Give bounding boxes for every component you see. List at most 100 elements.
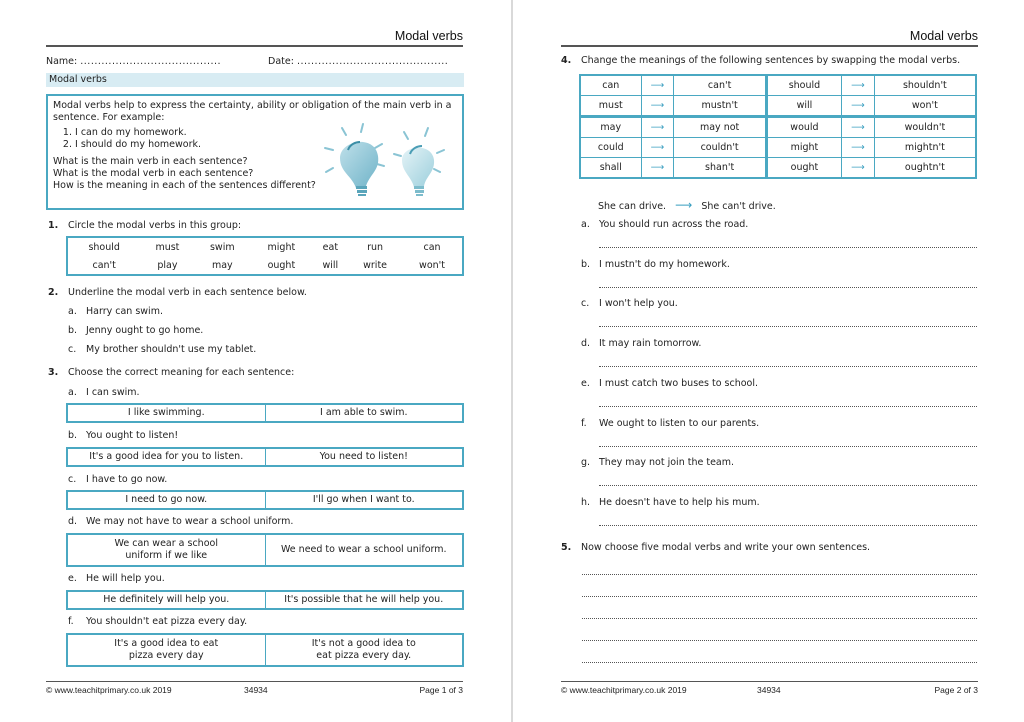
word-cell[interactable]: might [250,237,313,256]
choice-table: We can wear a school uniform if we like W… [66,533,464,567]
rewrite-item: b. I mustn't do my homework. [581,259,730,270]
word-row: can't play may ought will write won't [67,256,463,275]
answer-line[interactable] [599,325,977,328]
item-text: I mustn't do my homework. [599,258,730,270]
rewrite-item: h. He doesn't have to help his mum. [581,497,760,508]
modal-to: shouldn't [873,74,977,96]
word-cell[interactable]: run [348,237,402,256]
answer-line[interactable] [582,595,977,597]
choice-option[interactable]: You need to listen! [264,447,464,467]
footer-code: 34934 [244,685,268,695]
swap-row: shall ⟶ shan't ought ⟶ oughtn't [579,157,977,179]
word-cell[interactable]: should [67,237,140,256]
choice-option[interactable]: He definitely will help you. [66,590,266,610]
word-cell[interactable]: must [140,237,194,256]
item-label: a. [68,387,77,398]
item-text[interactable]: My brother shouldn't use my tablet. [86,344,256,355]
modal-from: must [579,95,642,118]
header-rule [46,45,463,47]
item-label: c. [68,474,77,485]
item-text: We may not have to wear a school uniform… [86,516,294,527]
item-text: They may not join the team. [599,457,735,469]
item-text[interactable]: Harry can swim. [86,306,163,317]
word-cell[interactable]: play [140,256,194,275]
question-text: Choose the correct meaning for each sent… [68,367,295,378]
answer-line[interactable] [599,246,977,248]
name-field: Name: ..................................… [46,56,221,67]
word-cell[interactable]: eat [313,237,348,256]
choice-option[interactable]: It's a good idea to eat pizza every day [66,633,266,667]
modal-from: will [765,95,842,118]
question-text: Underline the modal verb in each sentenc… [68,287,307,298]
footer-rule [46,681,463,682]
rewrite-item: g. They may not join the team. [581,457,734,468]
date-dots: ........................................… [296,56,449,67]
item-label: c. [68,344,77,355]
item-text: I can swim. [86,387,140,398]
word-cell[interactable]: swim [194,237,250,256]
footer-rule [561,681,978,682]
item-label: h. [581,496,591,508]
answer-line[interactable] [599,365,977,368]
example-to: She can't drive. [701,201,776,212]
modal-to: mustn't [673,95,768,118]
question-number: 3. [48,367,59,378]
right-arrow-icon: ⟶ [640,157,675,179]
item-label: c. [581,298,590,310]
question-number: 2. [48,287,59,298]
choice-option[interactable]: We can wear a school uniform if we like [66,533,266,567]
sentence-item: b. You ought to listen! [68,430,178,441]
right-arrow-icon: ⟶ [840,74,875,96]
word-cell[interactable]: can't [67,256,140,275]
modal-from: would [765,116,842,138]
choice-option[interactable]: It's a good idea for you to listen. [66,447,266,467]
word-cell[interactable]: write [348,256,402,275]
answer-line[interactable] [599,524,977,526]
answer-line[interactable] [599,405,977,407]
swap-row: could ⟶ couldn't might ⟶ mightn't [579,137,977,158]
question-1: 1. Circle the modal verbs in this group: [48,220,468,234]
item-text: You should run across the road. [599,219,749,230]
answer-line[interactable] [582,617,977,619]
word-cell[interactable]: ought [250,256,313,275]
answer-line[interactable] [599,445,977,447]
answer-line[interactable] [582,661,977,663]
choice-option[interactable]: It's possible that he will help you. [264,590,464,610]
rewrite-item: d. It may rain tomorrow. [581,338,701,349]
choice-option[interactable]: I'll go when I want to. [264,490,464,510]
answer-line[interactable] [582,639,977,641]
choice-option[interactable]: It's not a good idea to eat pizza every … [264,633,464,667]
footer-copyright: © www.teachitprimary.co.uk 2019 [46,685,172,695]
word-cell[interactable]: won't [402,256,463,275]
answer-line[interactable] [599,286,977,288]
word-cell[interactable]: will [313,256,348,275]
sentence-item: c. I have to go now. [68,474,167,485]
question-5: 5. Now choose five modal verbs and write… [561,542,1001,556]
word-cell[interactable]: can [402,237,463,256]
item-label: b. [581,258,591,270]
choice-option[interactable]: We need to wear a school uniform. [264,533,464,567]
answer-line[interactable] [599,484,977,487]
item-text[interactable]: Jenny ought to go home. [86,325,203,336]
sentence-item: c. My brother shouldn't use my tablet. [68,344,256,355]
modal-to: may not [673,116,768,138]
item-label: f. [68,616,74,627]
answer-line[interactable] [582,573,977,575]
modal-to: won't [873,95,977,118]
sentence-item: f. You shouldn't eat pizza every day. [68,616,247,627]
choice-option[interactable]: I need to go now. [66,490,266,510]
sentence-item: a. Harry can swim. [68,306,163,317]
footer-code: 34934 [757,685,781,695]
sentence-item: b. Jenny ought to go home. [68,325,203,336]
footer-page-number: Page 2 of 3 [934,685,978,695]
modal-to: can't [673,74,768,96]
modal-from: should [765,74,842,96]
word-cell[interactable]: may [194,256,250,275]
swap-row: can ⟶ can't should ⟶ shouldn't [579,74,977,96]
section-title: Modal verbs [46,73,464,87]
modal-to: wouldn't [873,116,977,138]
choice-option[interactable]: I am able to swim. [264,403,464,423]
choice-table: It's a good idea for you to listen. You n… [66,447,464,467]
choice-option[interactable]: I like swimming. [66,403,266,423]
modal-from: shall [579,157,642,179]
